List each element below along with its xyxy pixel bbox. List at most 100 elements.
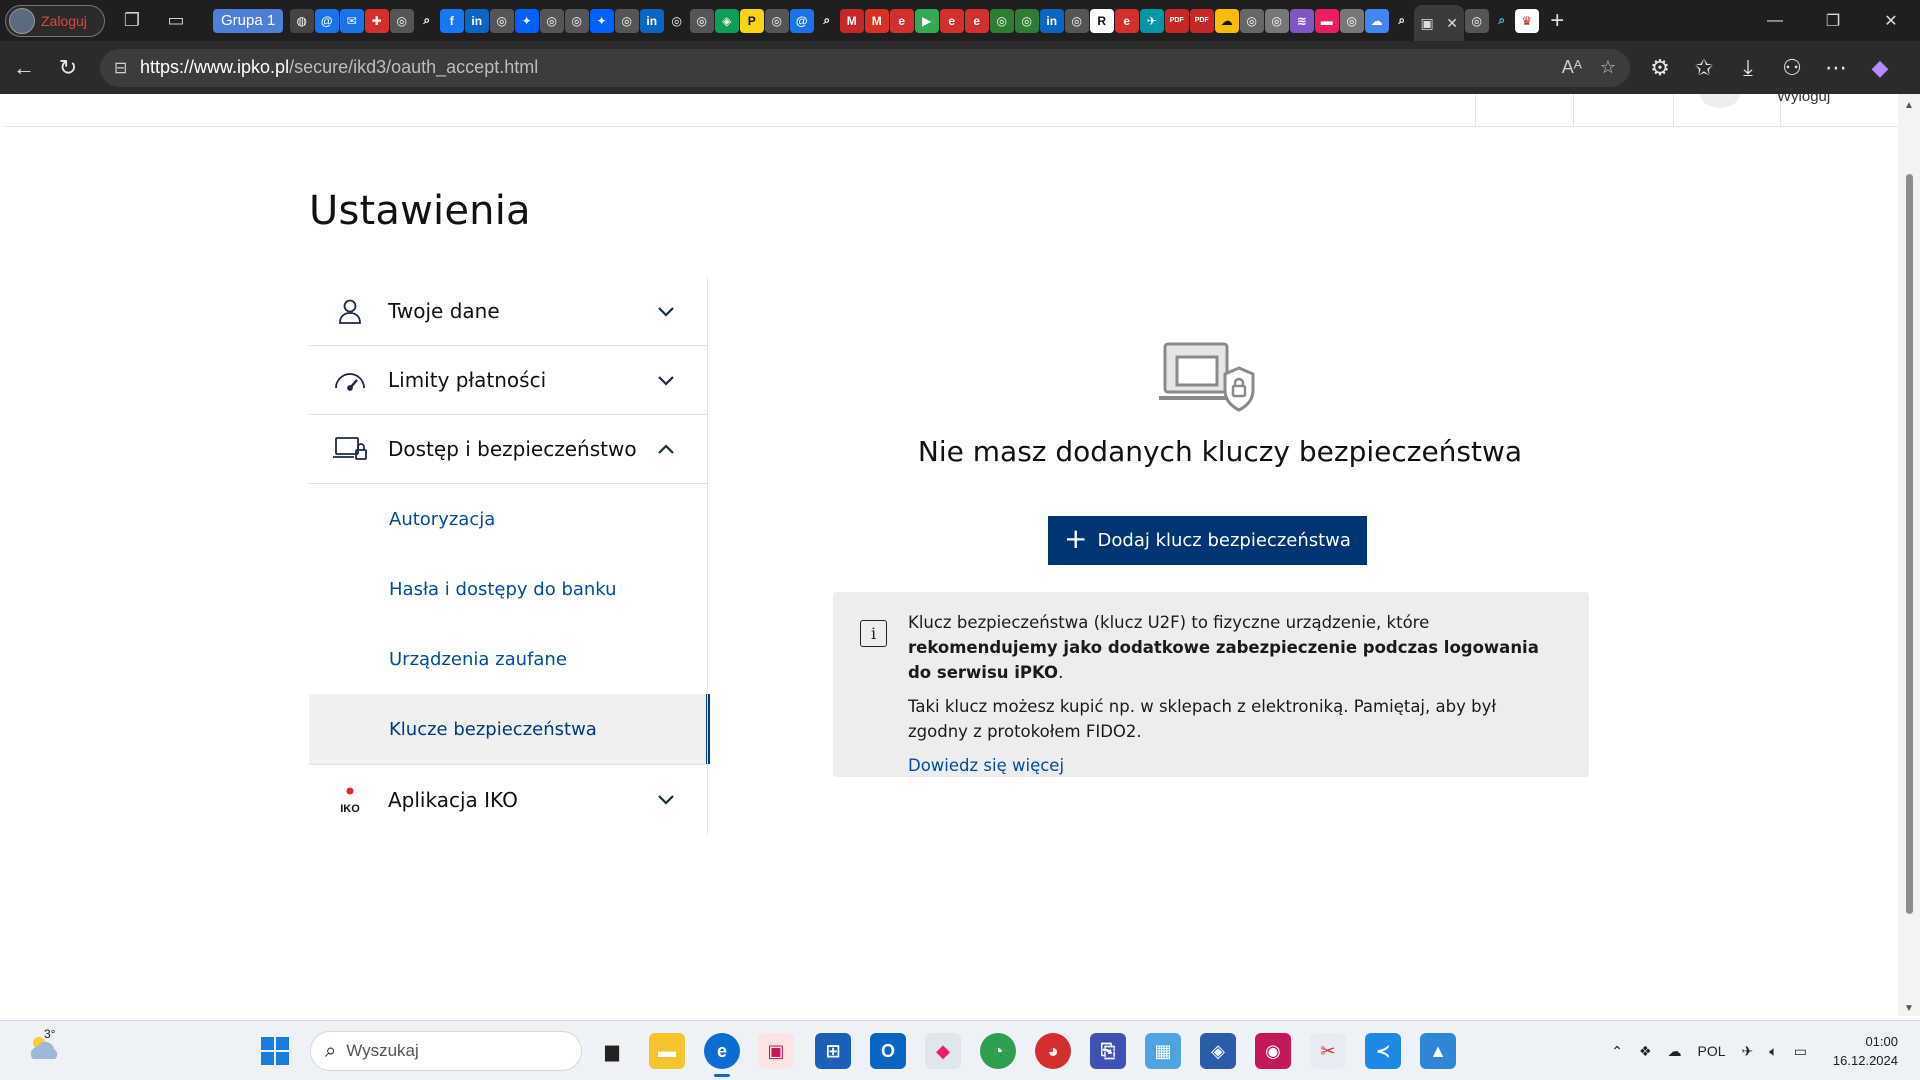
pinned-tab-icon[interactable]: ☁: [1214, 8, 1239, 33]
pinned-tab-icon[interactable]: PDF: [1164, 8, 1189, 33]
nav-item-dostep[interactable]: Dostęp i bezpieczeństwo: [309, 415, 708, 484]
pinned-tab-icon[interactable]: e: [964, 8, 989, 33]
nav-item-limity[interactable]: Limity płatności: [309, 346, 708, 415]
scroll-down-icon[interactable]: ▼: [1903, 1003, 1915, 1014]
dropbox-icon[interactable]: ❖: [1639, 1043, 1652, 1060]
pinned-tab-icon[interactable]: ◎: [614, 8, 639, 33]
pinned-tab-icon[interactable]: in: [464, 8, 489, 33]
pinned-tab-icon[interactable]: ◈: [714, 8, 739, 33]
chevron-up-icon[interactable]: [656, 439, 676, 459]
pinned-tab-icon[interactable]: ◎: [1014, 8, 1039, 33]
language-indicator[interactable]: POL: [1698, 1043, 1726, 1059]
outlook-icon[interactable]: O: [870, 1033, 906, 1069]
add-security-key-button[interactable]: + Dodaj klucz bezpieczeństwa: [1048, 516, 1367, 565]
airplane-icon[interactable]: ✈: [1742, 1043, 1754, 1060]
pinned-tab-icon[interactable]: ◎: [1239, 8, 1264, 33]
pinned-tab-icon[interactable]: ≋: [1289, 8, 1314, 33]
subnav-urzadzenia[interactable]: Urządzenia zaufane: [309, 624, 708, 694]
volume-icon[interactable]: 🔈︎: [1769, 1043, 1777, 1060]
store-icon[interactable]: ⊞: [815, 1033, 851, 1069]
read-aloud-icon[interactable]: Aᴬ: [1562, 57, 1582, 78]
page-scrollbar[interactable]: ▲ ▼: [1898, 94, 1920, 1016]
favorites-icon[interactable]: ✩: [1682, 48, 1726, 88]
cloud-sync-icon[interactable]: ☁: [1668, 1043, 1682, 1060]
clock[interactable]: 01:00 16.12.2024: [1833, 1032, 1898, 1070]
pinned-tab-icon[interactable]: ◎: [389, 8, 414, 33]
pinned-tab-icon[interactable]: ⌕: [1389, 8, 1414, 33]
pinned-tab-icon[interactable]: ◎: [764, 8, 789, 33]
pinned-tab-icon[interactable]: ◎: [664, 8, 689, 33]
minimize-icon[interactable]: —: [1746, 0, 1804, 41]
battery-icon[interactable]: ▭: [1794, 1043, 1807, 1060]
pinned-tab-icon[interactable]: ⌕: [814, 8, 839, 33]
pinned-tab-icon[interactable]: e: [1114, 8, 1139, 33]
pinned-tab-icon[interactable]: M: [839, 8, 864, 33]
active-tab[interactable]: ▣ ✕: [1414, 5, 1465, 41]
pinned-tab-icon[interactable]: ▶: [914, 8, 939, 33]
pinned-tab-icon[interactable]: ◎: [1264, 8, 1289, 33]
pinned-tab-icon[interactable]: @: [789, 8, 814, 33]
photos-icon[interactable]: ▲: [1420, 1033, 1456, 1069]
taskbar-search[interactable]: ⌕ Wyszukaj: [310, 1031, 582, 1071]
pinned-tab-icon[interactable]: ✉: [339, 8, 364, 33]
pinned-tab-icon[interactable]: e: [889, 8, 914, 33]
workspaces-icon[interactable]: ❐: [115, 6, 149, 36]
windows-start-icon[interactable]: [260, 1036, 290, 1066]
green-app-icon[interactable]: ◔: [980, 1033, 1016, 1069]
red-app-icon[interactable]: ◕: [1035, 1033, 1071, 1069]
more-menu-icon[interactable]: ⋯: [1814, 48, 1858, 88]
pinned-tab-icon[interactable]: in: [639, 8, 664, 33]
vscode-icon[interactable]: ≺: [1365, 1033, 1401, 1069]
tab-search-icon[interactable]: ⌕: [1489, 8, 1514, 33]
nav-item-iko[interactable]: IKO Aplikacja IKO: [309, 765, 708, 834]
pinned-tab-icon[interactable]: ◍: [289, 8, 314, 33]
file-explorer-icon[interactable]: ▬: [649, 1033, 685, 1069]
pinned-tab-icon[interactable]: M: [864, 8, 889, 33]
pinned-tab-icon[interactable]: P: [739, 8, 764, 33]
nav-item-twoje-dane[interactable]: Twoje dane: [309, 277, 708, 346]
task-view-icon[interactable]: ▆: [594, 1033, 630, 1069]
pinned-tab-icon[interactable]: ☁: [1364, 8, 1389, 33]
pinned-tab-icon[interactable]: e: [939, 8, 964, 33]
dashboard-app-icon[interactable]: ▦: [1145, 1033, 1181, 1069]
tab-globe-icon[interactable]: ◎: [1464, 8, 1489, 33]
back-arrow-icon[interactable]: ←: [2, 48, 46, 88]
pinned-tab-icon[interactable]: ✦: [514, 8, 539, 33]
profile-button[interactable]: Zaloguj: [5, 4, 105, 37]
pinned-tab-icon[interactable]: ◎: [489, 8, 514, 33]
pinned-tab-icon[interactable]: ◎: [1064, 8, 1089, 33]
user-avatar[interactable]: [1700, 94, 1740, 108]
site-info-icon[interactable]: ⊟: [114, 58, 140, 78]
pinned-tab-icon[interactable]: in: [1039, 8, 1064, 33]
pinned-tab-icon[interactable]: ◎: [564, 8, 589, 33]
subnav-hasla[interactable]: Hasła i dostępy do banku: [309, 554, 708, 624]
subnav-autoryzacja[interactable]: Autoryzacja: [309, 484, 708, 554]
vertical-tabs-icon[interactable]: ▭: [159, 6, 193, 36]
refresh-icon[interactable]: ↻: [46, 48, 90, 88]
pinned-tab-icon[interactable]: f: [439, 8, 464, 33]
pinned-tab-icon[interactable]: ⌕: [414, 8, 439, 33]
edge-icon[interactable]: e: [704, 1033, 740, 1077]
scroll-up-icon[interactable]: ▲: [1903, 100, 1915, 111]
address-bar[interactable]: ⊟ https://www.ipko.pl/secure/ikd3/oauth_…: [100, 48, 1630, 87]
downloads-icon[interactable]: ⤓: [1726, 48, 1770, 88]
pinned-tab-icon[interactable]: ✚: [364, 8, 389, 33]
pinned-tab-icon[interactable]: ✦: [589, 8, 614, 33]
copilot-icon[interactable]: ◆: [1858, 48, 1902, 88]
pinned-tab-icon[interactable]: ◎: [539, 8, 564, 33]
pinned-tab-icon[interactable]: ✈: [1139, 8, 1164, 33]
chevron-down-icon[interactable]: [656, 789, 676, 809]
virtualbox-icon[interactable]: ◈: [1200, 1033, 1236, 1069]
tab-group-chip[interactable]: Grupa 1: [213, 8, 284, 33]
snipping-tool-icon[interactable]: ✂: [1310, 1033, 1346, 1069]
tab-eagle-icon[interactable]: ♛: [1514, 8, 1539, 33]
pinned-tab-icon[interactable]: @: [314, 8, 339, 33]
extensions-icon[interactable]: ⚙: [1638, 48, 1682, 88]
chevron-down-icon[interactable]: [656, 301, 676, 321]
pinned-tab-icon[interactable]: ◎: [989, 8, 1014, 33]
logout-link[interactable]: Wyloguj: [1777, 94, 1830, 105]
pinned-tab-icon[interactable]: PDF: [1189, 8, 1214, 33]
colorful-app-icon[interactable]: ◆: [925, 1033, 961, 1069]
chevron-up-icon[interactable]: ⌃: [1611, 1043, 1623, 1060]
media-app-icon[interactable]: ◉: [1255, 1033, 1291, 1069]
